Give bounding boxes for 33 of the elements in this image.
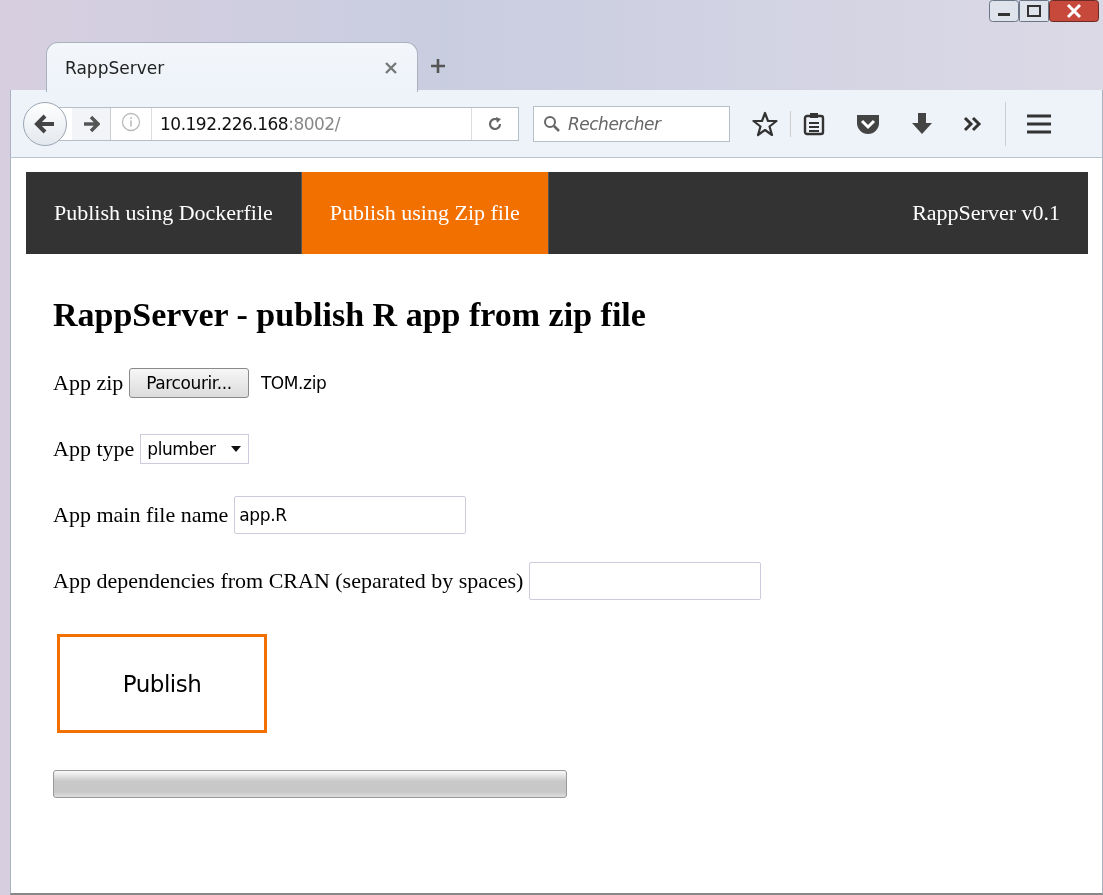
caret-icon — [229, 445, 242, 453]
clipboard-icon[interactable] — [803, 111, 825, 136]
publish-button[interactable]: Publish — [57, 634, 267, 733]
reload-icon[interactable] — [486, 114, 504, 133]
field-label: App main file name — [53, 502, 229, 528]
star-icon[interactable] — [752, 110, 778, 137]
url-host: 10.192.226.168 — [160, 113, 289, 134]
new-tab-icon[interactable] — [430, 58, 446, 74]
download-icon[interactable] — [911, 111, 933, 136]
menu-icon[interactable] — [1026, 112, 1052, 135]
text-input[interactable]: app.R — [234, 496, 467, 534]
page-heading: RappServer - publish R app from zip file — [53, 296, 647, 334]
field-label: App dependencies from CRAN (separated by spaces) — [53, 568, 524, 594]
url-port: :8002/ — [288, 113, 340, 134]
tab-title: RappServer — [65, 57, 166, 78]
text-input[interactable] — [529, 562, 762, 600]
navbar-brand[interactable]: RappServer v0.1 — [912, 172, 1088, 254]
close-window-button[interactable] — [1049, 0, 1099, 22]
field-label: App type — [53, 436, 135, 462]
search-field[interactable]: Rechercher — [533, 105, 730, 142]
minimize-button[interactable] — [989, 0, 1019, 22]
type-dropdown[interactable]: plumber — [140, 434, 249, 464]
maximize-button[interactable] — [1019, 0, 1049, 22]
close-tab-icon[interactable] — [385, 61, 397, 74]
address-bar[interactable]: 10.192.226.168:8002/ — [59, 106, 519, 141]
forward-arrow-icon[interactable] — [82, 114, 100, 133]
back-arrow-icon[interactable] — [34, 113, 56, 134]
overflow-chevrons-icon[interactable] — [963, 115, 983, 132]
browser-tab[interactable]: RappServer — [46, 42, 418, 92]
back-button[interactable] — [23, 101, 67, 146]
field-label: App zip — [53, 370, 124, 396]
browse-button[interactable]: Parcourir... — [129, 368, 249, 398]
file-name: TOM.zip — [260, 373, 327, 393]
